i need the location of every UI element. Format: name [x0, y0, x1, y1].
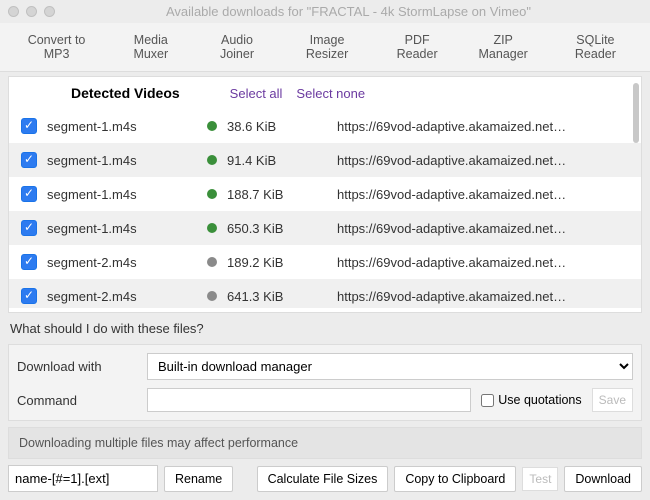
status-dot-icon	[207, 291, 217, 301]
table-row[interactable]: segment-2.m4s 641.3 KiB https://69vod-adap…	[9, 279, 641, 308]
toolbar-pdf-reader[interactable]: PDF Reader	[375, 27, 460, 67]
selection-links: Select all Select none	[230, 86, 365, 101]
file-url: https://69vod-adaptive.akamaized.net…	[337, 255, 629, 270]
row-checkbox[interactable]	[21, 220, 37, 236]
download-with-select[interactable]: Built-in download manager	[147, 353, 633, 380]
file-url: https://69vod-adaptive.akamaized.net…	[337, 289, 629, 304]
toolbar-sqlite-reader[interactable]: SQLite Reader	[547, 27, 644, 67]
row-checkbox[interactable]	[21, 254, 37, 270]
row-checkbox[interactable]	[21, 288, 37, 304]
file-url: https://69vod-adaptive.akamaized.net…	[337, 119, 629, 134]
select-none-link[interactable]: Select none	[296, 86, 365, 101]
select-all-link[interactable]: Select all	[230, 86, 283, 101]
file-size: 650.3 KiB	[227, 221, 327, 236]
status-dot-icon	[207, 189, 217, 199]
file-size: 641.3 KiB	[227, 289, 327, 304]
status-dot-icon	[207, 223, 217, 233]
use-quotations-checkbox[interactable]	[481, 394, 494, 407]
status-dot-icon	[207, 155, 217, 165]
table-row[interactable]: segment-1.m4s 188.7 KiB https://69vod-adap…	[9, 177, 641, 211]
command-input[interactable]	[147, 388, 471, 412]
table-row[interactable]: segment-1.m4s 38.6 KiB https://69vod-adapt…	[9, 109, 641, 143]
file-url: https://69vod-adaptive.akamaized.net…	[337, 221, 629, 236]
status-dot-icon	[207, 121, 217, 131]
toolbar-media-muxer[interactable]: Media Muxer	[107, 27, 194, 67]
toolbar-audio-joiner[interactable]: Audio Joiner	[195, 27, 280, 67]
status-dot-icon	[207, 257, 217, 267]
bottom-bar: Rename Calculate File Sizes Copy to Clip…	[0, 465, 650, 500]
row-checkbox[interactable]	[21, 152, 37, 168]
table-row[interactable]: segment-2.m4s 189.2 KiB https://69vod-adap…	[9, 245, 641, 279]
window: Available downloads for "FRACTAL - 4k St…	[0, 0, 650, 500]
save-button: Save	[592, 388, 633, 412]
video-list: Detected Videos Select all Select none s…	[8, 76, 642, 313]
download-with-label: Download with	[17, 359, 137, 374]
command-row: Command Use quotations Save	[17, 388, 633, 412]
file-name: segment-2.m4s	[47, 255, 197, 270]
options-panel: Download with Built-in download manager …	[8, 344, 642, 421]
file-size: 189.2 KiB	[227, 255, 327, 270]
download-button[interactable]: Download	[564, 466, 642, 492]
file-url: https://69vod-adaptive.akamaized.net…	[337, 187, 629, 202]
minimize-icon[interactable]	[26, 6, 37, 17]
toolbar-image-resizer[interactable]: Image Resizer	[279, 27, 374, 67]
command-label: Command	[17, 393, 137, 408]
download-with-row: Download with Built-in download manager	[17, 353, 633, 380]
window-title: Available downloads for "FRACTAL - 4k St…	[55, 4, 642, 19]
file-url: https://69vod-adaptive.akamaized.net…	[337, 153, 629, 168]
table-row[interactable]: segment-1.m4s 91.4 KiB https://69vod-adapt…	[9, 143, 641, 177]
file-name: segment-1.m4s	[47, 221, 197, 236]
close-icon[interactable]	[8, 6, 19, 17]
maximize-icon[interactable]	[44, 6, 55, 17]
list-header: Detected Videos Select all Select none	[9, 77, 641, 109]
rows-container: segment-1.m4s 38.6 KiB https://69vod-adapt…	[9, 109, 641, 308]
warning-banner: Downloading multiple files may affect pe…	[8, 427, 642, 459]
toolbar-convert-mp3[interactable]: Convert to MP3	[6, 27, 107, 67]
file-size: 188.7 KiB	[227, 187, 327, 202]
rename-button[interactable]: Rename	[164, 466, 233, 492]
toolbar-zip-manager[interactable]: ZIP Manager	[460, 27, 547, 67]
titlebar: Available downloads for "FRACTAL - 4k St…	[0, 0, 650, 23]
content: Detected Videos Select all Select none s…	[0, 72, 650, 500]
row-checkbox[interactable]	[21, 118, 37, 134]
file-size: 38.6 KiB	[227, 119, 327, 134]
test-button: Test	[522, 467, 558, 491]
window-controls	[8, 6, 55, 17]
table-row[interactable]: segment-1.m4s 650.3 KiB https://69vod-adap…	[9, 211, 641, 245]
file-name: segment-2.m4s	[47, 289, 197, 304]
use-quotations-option[interactable]: Use quotations	[481, 393, 581, 407]
question-label: What should I do with these files?	[0, 313, 650, 344]
copy-clipboard-button[interactable]: Copy to Clipboard	[394, 466, 516, 492]
calculate-sizes-button[interactable]: Calculate File Sizes	[257, 466, 389, 492]
file-name: segment-1.m4s	[47, 153, 197, 168]
file-size: 91.4 KiB	[227, 153, 327, 168]
file-name: segment-1.m4s	[47, 119, 197, 134]
detected-videos-heading: Detected Videos	[71, 85, 180, 101]
toolbar: Convert to MP3 Media Muxer Audio Joiner …	[0, 23, 650, 72]
row-checkbox[interactable]	[21, 186, 37, 202]
file-name: segment-1.m4s	[47, 187, 197, 202]
scrollbar[interactable]	[633, 83, 639, 143]
filename-pattern-input[interactable]	[8, 465, 158, 492]
use-quotations-label: Use quotations	[498, 393, 581, 407]
